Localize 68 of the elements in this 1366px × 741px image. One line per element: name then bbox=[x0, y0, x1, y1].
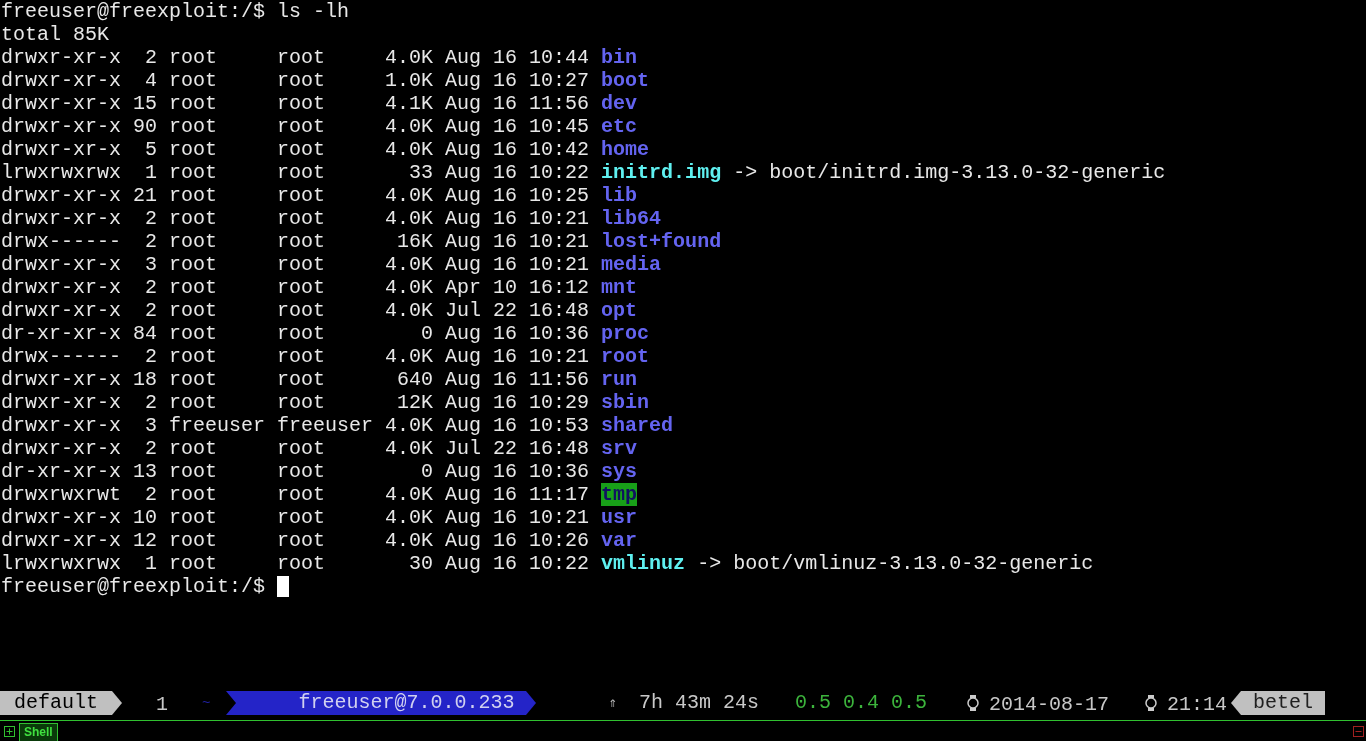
file-details: drwxr-xr-x 2 root root 4.0K Aug 16 10:44 bbox=[1, 46, 591, 69]
total-line: total 85K bbox=[1, 23, 110, 46]
watch-icon bbox=[967, 694, 979, 712]
time: 21:14 bbox=[1167, 691, 1228, 718]
file-details: drwxr-xr-x 4 root root 1.0K Aug 16 10:27 bbox=[1, 69, 591, 92]
window-index: 1 bbox=[156, 692, 169, 718]
arrow-separator-icon bbox=[1231, 691, 1242, 715]
file-details: drwxr-xr-x 3 root root 4.0K Aug 16 10:21 bbox=[1, 253, 591, 276]
file-name: lib64 bbox=[601, 207, 662, 230]
file-details: drwxr-xr-x 2 root root 4.0K Apr 10 16:12 bbox=[1, 276, 591, 299]
file-details: drwx------ 2 root root 4.0K Aug 16 10:21 bbox=[1, 345, 591, 368]
file-name: dev bbox=[601, 92, 638, 115]
file-details: drwx------ 2 root root 16K Aug 16 10:21 bbox=[1, 230, 591, 253]
file-details: drwxr-xr-x 3 freeuser freeuser 4.0K Aug 16 10:53 bbox=[1, 414, 591, 437]
file-details: drwxr-xr-x 12 root root 4.0K Aug 16 10:26 bbox=[1, 529, 591, 552]
window-name: ~ bbox=[202, 693, 211, 713]
file-name: srv bbox=[601, 437, 638, 460]
file-details: drwxr-xr-x 90 root root 4.0K Aug 16 10:45 bbox=[1, 115, 591, 138]
file-details: lrwxrwxrwx 1 root root 30 Aug 16 10:22 bbox=[1, 552, 591, 575]
file-details: drwxr-xr-x 2 root root 4.0K Jul 22 16:48 bbox=[1, 299, 591, 322]
load-average: 0.5 0.4 0.5 bbox=[794, 690, 927, 716]
file-name: proc bbox=[601, 322, 650, 345]
new-tab-icon[interactable] bbox=[4, 726, 15, 737]
file-name: tmp bbox=[601, 483, 638, 506]
file-details: lrwxrwxrwx 1 root root 33 Aug 16 10:22 bbox=[1, 161, 591, 184]
file-details: drwxr-xr-x 5 root root 4.0K Aug 16 10:42 bbox=[1, 138, 591, 161]
date: 2014-08-17 bbox=[989, 691, 1109, 718]
arrow-separator-icon bbox=[112, 691, 122, 715]
link-target: -> boot/initrd.img-3.13.0-32-generic bbox=[732, 161, 1166, 184]
file-name: media bbox=[601, 253, 662, 276]
file-name: etc bbox=[601, 115, 638, 138]
file-name: bin bbox=[601, 46, 638, 69]
file-name: shared bbox=[601, 414, 674, 437]
file-name: var bbox=[601, 529, 638, 552]
arrow-separator-icon bbox=[226, 691, 237, 715]
file-name: root bbox=[601, 345, 650, 368]
file-details: drwxr-xr-x 2 root root 12K Aug 16 10:29 bbox=[1, 391, 591, 414]
watch-icon bbox=[1145, 694, 1157, 712]
command-line: freeuser@freexploit:/$ ls -lh bbox=[1, 0, 350, 23]
link-target: -> boot/vmlinuz-3.13.0-32-generic bbox=[696, 552, 1094, 575]
file-name: lost+found bbox=[601, 230, 722, 253]
file-details: drwxr-xr-x 2 root root 4.0K Jul 22 16:48 bbox=[1, 437, 591, 460]
file-name: mnt bbox=[601, 276, 638, 299]
uptime: 7h 43m 24s bbox=[638, 690, 759, 716]
file-name: lib bbox=[601, 184, 638, 207]
file-details: drwxr-xr-x 10 root root 4.0K Aug 16 10:21 bbox=[1, 506, 591, 529]
file-name: opt bbox=[601, 299, 638, 322]
file-details: drwxr-xr-x 2 root root 4.0K Aug 16 10:21 bbox=[1, 207, 591, 230]
shell-prompt: freeuser@freexploit:/$ bbox=[1, 575, 267, 598]
cursor-block bbox=[277, 576, 290, 597]
file-name: usr bbox=[601, 506, 638, 529]
file-name: initrd.img bbox=[601, 161, 722, 184]
file-name: sbin bbox=[601, 391, 650, 414]
file-details: drwxr-xr-x 21 root root 4.0K Aug 16 10:25 bbox=[1, 184, 591, 207]
file-details: drwxr-xr-x 18 root root 640 Aug 16 11:56 bbox=[1, 368, 591, 391]
file-details: drwxrwxrwt 2 root root 4.0K Aug 16 11:17 bbox=[1, 483, 591, 506]
file-name: sys bbox=[601, 460, 638, 483]
arrow-separator-icon bbox=[526, 691, 537, 715]
file-details: drwxr-xr-x 15 root root 4.1K Aug 16 11:56 bbox=[1, 92, 591, 115]
uptime-arrow: ⇑ bbox=[608, 693, 617, 713]
file-name: run bbox=[601, 368, 638, 391]
tab[interactable]: Shell bbox=[19, 723, 58, 741]
file-name: boot bbox=[601, 69, 650, 92]
file-details: dr-xr-xr-x 84 root root 0 Aug 16 10:36 bbox=[1, 322, 591, 345]
file-name: home bbox=[601, 138, 650, 161]
file-name: vmlinuz bbox=[601, 552, 686, 575]
close-icon[interactable] bbox=[1353, 726, 1364, 737]
file-details: dr-xr-xr-x 13 root root 0 Aug 16 10:36 bbox=[1, 460, 591, 483]
